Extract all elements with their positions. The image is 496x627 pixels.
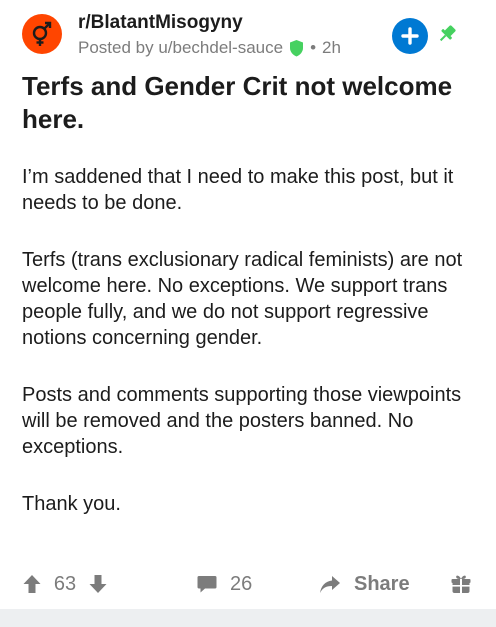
body-paragraph: Thank you. (22, 493, 121, 515)
post-body: I’m saddened that I need to make this po… (22, 164, 472, 548)
upvote-arrow-icon[interactable] (22, 573, 42, 595)
comment-bubble-icon (197, 576, 217, 593)
gender-symbol-icon (32, 21, 52, 46)
posted-by[interactable]: Posted by u/bechdel-sauce (78, 38, 283, 58)
body-paragraph: Terfs (trans exclusionary radical femini… (22, 249, 463, 349)
join-button[interactable] (392, 18, 428, 54)
vote-count: 63 (53, 572, 77, 595)
post-header: r/BlatantMisogyny Posted by u/bechdel-sa… (22, 10, 474, 64)
post-action-bar: 63 26 Share (22, 566, 476, 602)
share-label: Share (354, 572, 410, 595)
share-arrow-icon (320, 576, 340, 593)
award-gift-icon[interactable] (450, 573, 472, 595)
comment-count: 26 (230, 572, 253, 595)
comments-button[interactable]: 26 (196, 573, 252, 596)
body-paragraph: Posts and comments supporting those view… (22, 384, 462, 458)
share-button[interactable]: Share (318, 573, 410, 596)
pin-icon (439, 25, 456, 42)
feed-divider (0, 609, 496, 627)
downvote-arrow-icon[interactable] (88, 573, 108, 595)
body-paragraph: I’m saddened that I need to make this po… (22, 166, 454, 214)
separator-dot: • (310, 38, 317, 57)
post-title[interactable]: Terfs and Gender Crit not welcome here. (22, 70, 477, 136)
subreddit-name[interactable]: r/BlatantMisogyny (78, 12, 243, 34)
post-age: 2h (322, 38, 341, 57)
subreddit-avatar[interactable] (22, 14, 62, 54)
mod-shield-icon (290, 40, 304, 57)
post-meta: Posted by u/bechdel-sauce • 2h (78, 38, 341, 58)
vote-group: 63 (22, 573, 108, 596)
plus-icon (401, 27, 419, 45)
